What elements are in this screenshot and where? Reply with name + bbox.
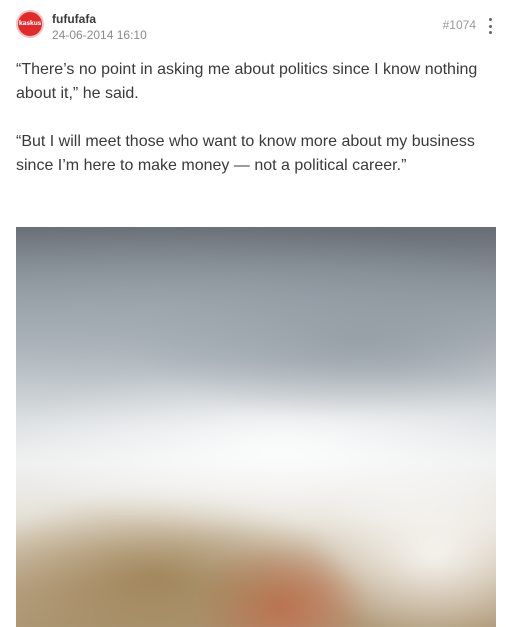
post-body: “There’s no point in asking me about pol… [16, 58, 496, 202]
post-paragraph: “There’s no point in asking me about pol… [16, 61, 478, 102]
avatar-logo: kaskus [18, 20, 42, 27]
blurred-photo [16, 227, 496, 627]
avatar[interactable]: kaskus [16, 10, 44, 38]
kebab-dot [488, 24, 492, 28]
post-number[interactable]: #1074 [443, 18, 476, 32]
kebab-dot [488, 18, 492, 21]
post-header: kaskus fufufafa 24-06-2014 16:10 #1074 [16, 10, 496, 48]
post-paragraph: “But I will meet those who want to know … [16, 133, 475, 174]
forum-post: kaskus fufufafa 24-06-2014 16:10 #1074 “… [0, 0, 512, 627]
post-image[interactable] [16, 227, 496, 627]
kebab-dot [488, 31, 492, 34]
username[interactable]: fufufafa [52, 12, 96, 26]
post-timestamp: 24-06-2014 16:10 [52, 28, 147, 42]
kebab-menu-icon[interactable] [484, 18, 496, 34]
